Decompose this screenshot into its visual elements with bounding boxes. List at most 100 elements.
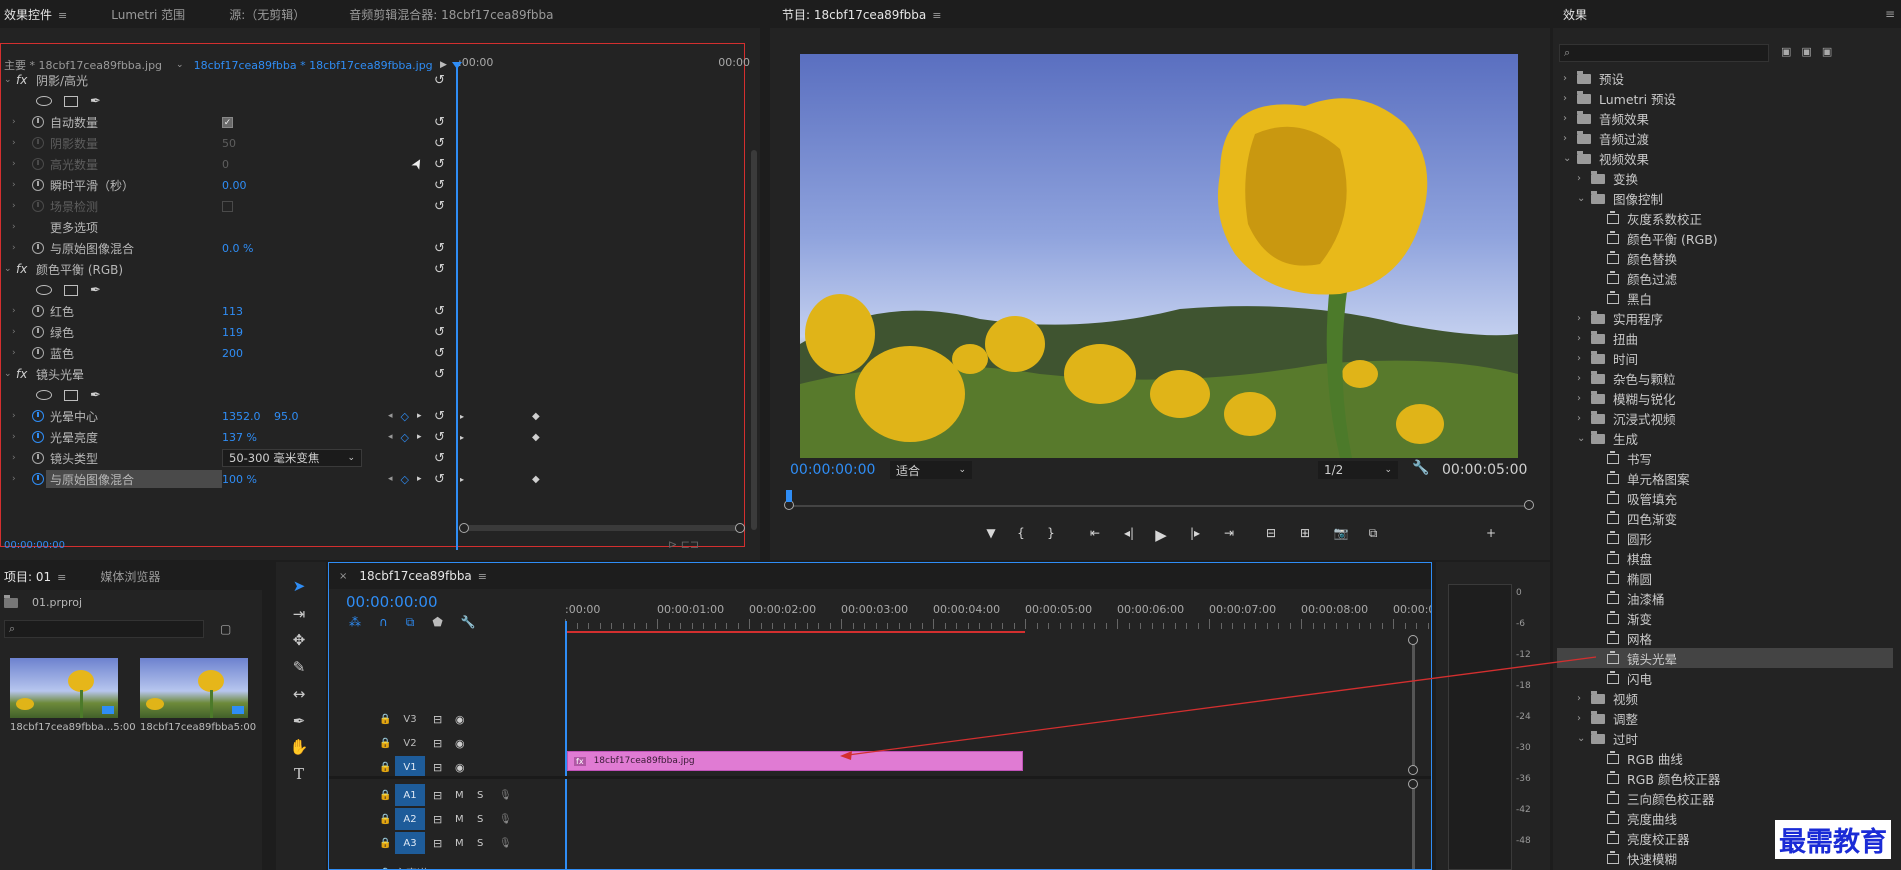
reset-icon[interactable]: ↺ bbox=[434, 73, 445, 88]
linked-selection-icon[interactable]: ⧉ bbox=[406, 615, 415, 630]
chevron-down-icon[interactable]: ⌄ bbox=[1577, 433, 1585, 444]
selection-tool-icon[interactable]: ➤ bbox=[286, 574, 312, 598]
prop-value[interactable]: 137 % bbox=[222, 431, 257, 444]
track-target-V1[interactable]: V1 bbox=[395, 756, 425, 778]
eye-icon[interactable]: ◉ bbox=[455, 713, 465, 726]
ec-row-header[interactable]: ⌄ fx 镜头光晕 ↺ bbox=[0, 364, 760, 384]
prop-value-y[interactable]: 95.0 bbox=[274, 410, 299, 423]
fx-icon[interactable]: fx bbox=[16, 367, 27, 381]
pen-mask-icon[interactable]: ✒ bbox=[90, 388, 101, 403]
effects-title[interactable]: 效果 bbox=[1553, 6, 1599, 23]
expand-triangle-icon[interactable]: › bbox=[12, 432, 16, 442]
keyframe-navigator[interactable]: ◂ ◇ ▸ bbox=[388, 431, 422, 444]
tree-item[interactable]: 颜色平衡 (RGB) bbox=[1553, 228, 1901, 248]
tab-audio-clip-mixer[interactable]: 音频剪辑混合器: 18cbf17cea89fbba bbox=[337, 6, 565, 23]
ec-row-prop[interactable]: › 自动数量 ✓ ↺ bbox=[0, 112, 760, 132]
eye-icon[interactable]: ◉ bbox=[455, 737, 465, 750]
ec-row-prop[interactable]: › 与原始图像混合 0.0 % ↺ bbox=[0, 238, 760, 258]
tree-item[interactable]: 闪电 bbox=[1553, 668, 1901, 688]
wrench-icon[interactable]: 🔧 bbox=[1412, 460, 1429, 476]
add-keyframe-icon[interactable]: ◇ bbox=[401, 431, 409, 444]
microphone-icon[interactable]: 🎙 bbox=[499, 814, 512, 825]
stopwatch-icon[interactable] bbox=[32, 431, 44, 443]
pen-tool-icon[interactable]: ✒ bbox=[286, 709, 312, 733]
chevron-right-icon[interactable]: › bbox=[1563, 73, 1567, 84]
eye-icon[interactable]: ◉ bbox=[455, 761, 465, 774]
tree-folder[interactable]: › 音频效果 bbox=[1553, 108, 1901, 128]
next-keyframe-icon[interactable]: ▸ bbox=[417, 432, 422, 442]
mute-button[interactable]: M bbox=[455, 790, 464, 801]
stopwatch-icon[interactable] bbox=[32, 179, 44, 191]
tree-item[interactable]: 三向颜色校正器 bbox=[1553, 788, 1901, 808]
prop-value[interactable]: 200 bbox=[222, 347, 243, 360]
chevron-right-icon[interactable]: › bbox=[1577, 713, 1581, 724]
pen-mask-icon[interactable]: ✒ bbox=[90, 94, 101, 109]
rectangle-mask-icon[interactable] bbox=[64, 389, 78, 401]
expand-triangle-icon[interactable]: › bbox=[12, 222, 16, 232]
chevron-down-icon[interactable]: ⌄ bbox=[4, 75, 12, 85]
ec-row-prop[interactable]: › 光晕中心 1352.0 95.0 ◂ ◇ ▸ ▸ ◆ ↺ bbox=[0, 406, 760, 426]
tree-item[interactable]: 棋盘 bbox=[1553, 548, 1901, 568]
expand-triangle-icon[interactable]: › bbox=[12, 348, 16, 358]
ec-zoom-scrollbar[interactable] bbox=[459, 523, 745, 533]
32bit-effects-icon[interactable]: ▣ bbox=[1801, 45, 1811, 58]
tab-media-browser[interactable]: 媒体浏览器 bbox=[88, 568, 172, 585]
prop-value[interactable]: 50 bbox=[222, 137, 236, 150]
checkbox[interactable]: ✓ bbox=[222, 117, 233, 128]
lock-icon[interactable]: 🔒 bbox=[379, 714, 391, 725]
lock-icon[interactable]: 🔒 bbox=[379, 790, 391, 801]
fit-dropdown[interactable]: 适合 ⌄ bbox=[890, 461, 972, 479]
panel-menu-icon[interactable]: ≡ bbox=[1885, 7, 1895, 21]
reset-icon[interactable]: ↺ bbox=[434, 241, 445, 256]
expand-triangle-icon[interactable]: › bbox=[12, 138, 16, 148]
ellipse-mask-icon[interactable] bbox=[36, 96, 52, 106]
add-marker-icon[interactable]: ▼ bbox=[980, 526, 1002, 540]
tree-item[interactable]: 灰度系数校正 bbox=[1553, 208, 1901, 228]
tab-effect-controls[interactable]: 效果控件 ≡ bbox=[0, 6, 79, 23]
reset-icon[interactable]: ↺ bbox=[434, 409, 445, 424]
ec-scrollbar[interactable] bbox=[751, 150, 757, 530]
project-search-input[interactable]: ⌕ bbox=[4, 620, 204, 638]
chevron-right-icon[interactable]: › bbox=[1577, 353, 1581, 364]
add-button-icon[interactable]: + bbox=[1480, 526, 1502, 540]
chevron-right-icon[interactable]: › bbox=[1577, 373, 1581, 384]
ec-current-time[interactable]: 00:00:00:00 bbox=[4, 540, 65, 551]
prop-value[interactable]: 113 bbox=[222, 305, 243, 318]
panel-menu-icon[interactable]: ≡ bbox=[932, 9, 941, 22]
ellipse-mask-icon[interactable] bbox=[36, 390, 52, 400]
ec-row-prop[interactable]: › 瞬时平滑（秒） 0.00 ↺ bbox=[0, 175, 760, 195]
program-scrub-bar[interactable] bbox=[784, 500, 1534, 510]
reset-icon[interactable]: ↺ bbox=[434, 346, 445, 361]
expand-triangle-icon[interactable]: › bbox=[12, 474, 16, 484]
extract-icon[interactable]: ⊞ bbox=[1294, 526, 1316, 540]
play-icon[interactable]: ▶ bbox=[1150, 526, 1172, 544]
reset-icon[interactable]: ↺ bbox=[434, 304, 445, 319]
tree-item[interactable]: 吸管填充 bbox=[1553, 488, 1901, 508]
tree-folder[interactable]: › 扭曲 bbox=[1553, 328, 1901, 348]
expand-triangle-icon[interactable]: › bbox=[12, 306, 16, 316]
export-frame-icon[interactable]: 📷 bbox=[1330, 526, 1352, 540]
ripple-edit-tool-icon[interactable]: ✥ bbox=[286, 628, 312, 652]
chevron-down-icon[interactable]: ⌄ bbox=[176, 60, 184, 70]
tree-folder[interactable]: ⌄ 视频效果 bbox=[1553, 148, 1901, 168]
keyframe-navigator[interactable]: ◂ ◇ ▸ bbox=[388, 410, 422, 423]
stopwatch-icon[interactable] bbox=[32, 116, 44, 128]
lens-type-dropdown[interactable]: 50-300 毫米变焦 ⌄ bbox=[222, 449, 362, 467]
lock-icon[interactable]: 🔒 bbox=[379, 738, 391, 749]
close-icon[interactable]: × bbox=[339, 571, 347, 582]
track-target-A2[interactable]: A2 bbox=[395, 808, 425, 830]
track-target-V3[interactable]: V3 bbox=[395, 708, 425, 730]
expand-triangle-icon[interactable]: › bbox=[12, 117, 16, 127]
step-forward-icon[interactable]: |▸ bbox=[1184, 526, 1206, 540]
ec-footer-icons[interactable]: ⊳ ⊏⊐ bbox=[668, 538, 699, 551]
type-tool-icon[interactable]: T bbox=[286, 762, 312, 786]
ec-row-prop[interactable]: › 红色 113 ↺ bbox=[0, 301, 760, 321]
tree-folder[interactable]: › 音频过渡 bbox=[1553, 128, 1901, 148]
timeline-settings-icon[interactable]: 🔧 bbox=[461, 615, 476, 630]
chevron-down-icon[interactable]: ⌄ bbox=[1577, 193, 1585, 204]
work-area-bar[interactable] bbox=[565, 631, 1025, 633]
reset-icon[interactable]: ↺ bbox=[434, 430, 445, 445]
slip-tool-icon[interactable]: ↔ bbox=[286, 682, 312, 706]
tree-item[interactable]: 椭圆 bbox=[1553, 568, 1901, 588]
tree-item[interactable]: 黑白 bbox=[1553, 288, 1901, 308]
